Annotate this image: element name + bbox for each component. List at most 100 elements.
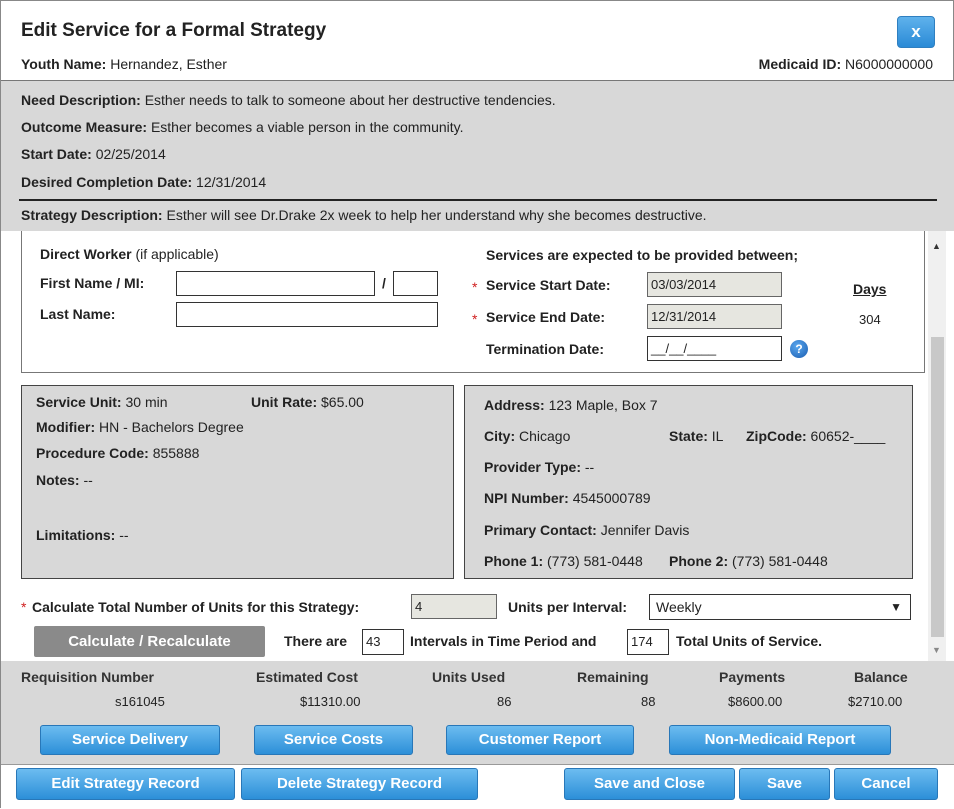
customer-report-button[interactable]: Customer Report [446, 725, 634, 755]
address-row: Address: 123 Maple, Box 7 [484, 397, 658, 413]
zipcode-label: ZipCode: [746, 428, 807, 444]
there-are-text: There are [284, 633, 348, 649]
close-button[interactable]: x [897, 16, 935, 48]
units-per-interval-label: Units per Interval: [508, 599, 628, 615]
service-end-date-input[interactable]: 12/31/2014 [647, 304, 782, 329]
termination-date-input[interactable]: __/__/____ [647, 336, 782, 361]
help-icon[interactable]: ? [790, 340, 808, 358]
unit-rate-row: Unit Rate: $65.00 [251, 394, 364, 410]
total-units-label: Calculate Total Number of Units for this… [32, 599, 360, 615]
notes-label: Notes: [36, 472, 80, 488]
desired-completion-row: Desired Completion Date: 12/31/2014 [21, 174, 266, 190]
edit-strategy-record-button[interactable]: Edit Strategy Record [16, 768, 235, 800]
scroll-up-arrow-icon[interactable]: ▲ [932, 241, 941, 251]
non-medicaid-report-button[interactable]: Non-Medicaid Report [669, 725, 891, 755]
limitations-label: Limitations: [36, 527, 116, 543]
outcome-measure-value: Esther becomes a viable person in the co… [150, 119, 464, 135]
last-name-label: Last Name: [40, 306, 116, 322]
last-name-input[interactable] [176, 302, 438, 327]
phone1-row: Phone 1: (773) 581-0448 [484, 553, 643, 569]
required-marker: * [472, 279, 478, 295]
service-start-date-label: Service Start Date: [486, 277, 611, 293]
npi-label: NPI Number: [484, 490, 569, 506]
modifier-value: HN - Bachelors Degree [99, 419, 244, 435]
units-per-interval-select[interactable]: Weekly ▼ [649, 594, 911, 620]
primary-contact-label: Primary Contact: [484, 522, 597, 538]
direct-worker-note: (if applicable) [135, 246, 219, 262]
city-row: City: Chicago [484, 428, 570, 444]
intervals-value: 43 [362, 629, 404, 655]
notes-row: Notes: -- [36, 472, 93, 488]
balance-value: $2710.00 [848, 694, 903, 709]
provider-details-panel [464, 385, 913, 579]
units-used-header: Units Used [432, 669, 506, 685]
limitations-value: -- [119, 527, 129, 543]
service-unit-label: Service Unit: [36, 394, 122, 410]
procedure-code-label: Procedure Code: [36, 445, 149, 461]
start-date-row: Start Date: 02/25/2014 [21, 146, 166, 162]
need-description-label: Need Description: [21, 92, 141, 108]
remaining-value: 88 [641, 694, 656, 709]
cancel-button[interactable]: Cancel [834, 768, 938, 800]
name-slash: / [382, 275, 386, 291]
phone2-row: Phone 2: (773) 581-0448 [669, 553, 828, 569]
services-between-heading: Services are expected to be provided bet… [486, 247, 799, 263]
save-and-close-button[interactable]: Save and Close [564, 768, 735, 800]
vertical-scrollbar[interactable]: ▲ ▼ [928, 231, 946, 661]
dialog-title: Edit Service for a Formal Strategy [21, 20, 327, 41]
scrollbar-thumb[interactable] [931, 337, 944, 637]
provider-type-value: -- [584, 459, 595, 475]
provider-type-label: Provider Type: [484, 459, 581, 475]
save-button[interactable]: Save [739, 768, 830, 800]
remaining-header: Remaining [577, 669, 649, 685]
payments-value: $8600.00 [728, 694, 783, 709]
state-row: State: IL [669, 428, 723, 444]
total-units-value: 174 [627, 629, 669, 655]
payments-header: Payments [719, 669, 786, 685]
strategy-info-panel: Need Description: Esther needs to talk t… [1, 81, 954, 231]
city-value: Chicago [519, 428, 571, 444]
desired-completion-value: 12/31/2014 [196, 174, 267, 190]
address-value: 123 Maple, Box 7 [548, 397, 658, 413]
procedure-code-row: Procedure Code: 855888 [36, 445, 199, 461]
modifier-label: Modifier: [36, 419, 96, 435]
service-delivery-button[interactable]: Service Delivery [40, 725, 220, 755]
delete-strategy-record-button[interactable]: Delete Strategy Record [241, 768, 478, 800]
outcome-measure-label: Outcome Measure: [21, 119, 148, 135]
start-date-value: 02/25/2014 [95, 146, 166, 162]
service-unit-value: 30 min [125, 394, 168, 410]
start-date-label: Start Date: [21, 146, 92, 162]
total-units-text: Total Units of Service. [676, 633, 822, 649]
unit-rate-value: $65.00 [321, 394, 364, 410]
zipcode-value: 60652-____ [810, 428, 886, 444]
npi-row: NPI Number: 4545000789 [484, 490, 651, 506]
dropdown-arrow-icon: ▼ [890, 600, 902, 614]
first-name-input[interactable] [176, 271, 375, 296]
strategy-description-row: Strategy Description: Esther will see Dr… [21, 207, 707, 223]
service-start-date-input[interactable]: 03/03/2014 [647, 272, 782, 297]
units-used-value: 86 [497, 694, 512, 709]
primary-contact-value: Jennifer Davis [600, 522, 690, 538]
desired-completion-label: Desired Completion Date: [21, 174, 193, 190]
scroll-down-arrow-icon[interactable]: ▼ [932, 645, 941, 655]
calculate-button[interactable]: Calculate / Recalculate [34, 626, 265, 657]
total-units-input[interactable]: 4 [411, 594, 497, 619]
npi-value: 4545000789 [572, 490, 651, 506]
intervals-text: Intervals in Time Period and [410, 633, 597, 649]
days-link[interactable]: Days [853, 281, 886, 297]
strategy-description-label: Strategy Description: [21, 207, 163, 223]
modifier-row: Modifier: HN - Bachelors Degree [36, 419, 244, 435]
direct-worker-heading: Direct Worker (if applicable) [40, 246, 219, 262]
first-name-label: First Name / MI: [40, 275, 145, 291]
estimated-cost-value: $11310.00 [300, 694, 361, 709]
procedure-code-value: 855888 [152, 445, 200, 461]
state-label: State: [669, 428, 708, 444]
service-costs-button[interactable]: Service Costs [254, 725, 413, 755]
required-marker: * [472, 311, 478, 327]
phone2-label: Phone 2: [669, 553, 729, 569]
medicaid-id-value: N6000000000 [845, 56, 933, 72]
unit-rate-label: Unit Rate: [251, 394, 318, 410]
primary-contact-row: Primary Contact: Jennifer Davis [484, 522, 689, 538]
middle-initial-input[interactable] [393, 271, 438, 296]
balance-header: Balance [854, 669, 908, 685]
